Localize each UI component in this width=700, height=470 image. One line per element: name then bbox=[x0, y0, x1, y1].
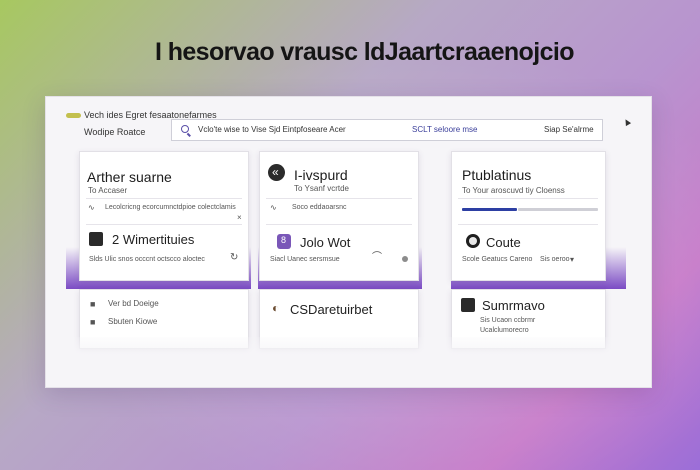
page-headline: I hesorvao vrausc ldJaartcraaenojcio bbox=[155, 38, 575, 66]
card-4-row-2: Sbuten Kiowe bbox=[108, 317, 158, 326]
card-3-subtitle: To Your aroscuvd tiy Cloenss bbox=[462, 186, 565, 195]
more-dot-icon[interactable] bbox=[402, 256, 408, 262]
search-meta: SCLT seloore mse bbox=[412, 125, 478, 134]
divider bbox=[266, 224, 412, 225]
card-4-row-1: Ver bd Doeige bbox=[108, 299, 159, 308]
card-5-title: CSDaretuirbet bbox=[290, 302, 373, 317]
card-1-sub-row: Slds Ulic snos occcnt octscco aloctec bbox=[89, 256, 205, 263]
logo-icon: ◐ bbox=[272, 301, 280, 315]
search-text: Vclo'te wise to Vise Sjd Eintpfoseare Ac… bbox=[198, 125, 346, 134]
search-icon bbox=[181, 125, 189, 133]
divider bbox=[458, 198, 598, 199]
chevron-down-icon[interactable]: ▾ bbox=[570, 256, 574, 264]
card-2-title: I-ivspurd bbox=[294, 167, 348, 183]
card-2-sub-row: Siacl Uanec sersmsue bbox=[270, 256, 340, 263]
card-3-sub-title: Coute bbox=[486, 235, 521, 250]
image-icon bbox=[89, 232, 103, 246]
wave-icon: ∿ bbox=[88, 203, 95, 212]
close-icon[interactable]: × bbox=[237, 214, 242, 222]
card-3[interactable]: Ptublatinus To Your aroscuvd tiy Cloenss… bbox=[451, 151, 606, 281]
divider bbox=[458, 224, 598, 225]
search-right-label: Siap Se'alrme bbox=[544, 125, 594, 134]
card-1[interactable]: Arther suarne To Accaser ∿ Lecolcricng e… bbox=[79, 151, 249, 281]
divider bbox=[86, 224, 242, 225]
card-1-sub-title: 2 Wimertituies bbox=[112, 232, 195, 247]
card-6-row-2: Ucalclumorecro bbox=[480, 327, 529, 334]
divider bbox=[86, 198, 242, 199]
top-bar: Vech ides Egret fesaatonefarmes Wodipe R… bbox=[46, 97, 651, 147]
card-2-subtitle: To Ysanf vcrtde bbox=[294, 184, 349, 193]
card-1-title: Arther suarne bbox=[87, 169, 172, 185]
bottom-fade bbox=[46, 337, 651, 387]
progress-bar bbox=[462, 208, 517, 211]
brand-subtitle: Wodipe Roatce bbox=[84, 127, 146, 137]
card-6-row-1: Sis Ucaon ccbrmr bbox=[480, 317, 536, 324]
refresh-icon[interactable]: ↻ bbox=[230, 253, 238, 263]
group-icon: ■ bbox=[90, 317, 96, 327]
card-3-sub-row: Scole Geatucs Careno bbox=[462, 256, 533, 263]
cursor-icon bbox=[622, 117, 632, 127]
search-input[interactable]: Vclo'te wise to Vise Sjd Eintpfoseare Ac… bbox=[171, 119, 603, 141]
card-3-title: Ptublatinus bbox=[462, 167, 532, 183]
chat-icon[interactable]: ⌒ bbox=[372, 253, 382, 263]
card-1-row: Lecolcricng ecorcumnctdpioe colectclamis bbox=[105, 204, 236, 211]
card-3-sub-row-right: Sis oeroo bbox=[540, 256, 570, 263]
card-2-row: Soco eddaoarsnc bbox=[292, 204, 347, 211]
chat-bubble-icon bbox=[461, 298, 475, 312]
card-2-sub-title: Jolo Wot bbox=[300, 235, 351, 250]
card-6-title: Sumrmavo bbox=[482, 298, 545, 313]
divider bbox=[266, 198, 412, 199]
card-1-subtitle: To Accaser bbox=[88, 186, 128, 195]
wave-icon: ∿ bbox=[270, 203, 277, 212]
brand-logo-icon bbox=[66, 113, 81, 118]
tag-icon bbox=[277, 234, 291, 249]
user-icon: ■ bbox=[90, 299, 96, 309]
record-icon bbox=[466, 234, 480, 248]
progress-track bbox=[518, 208, 598, 211]
app-window: Vech ides Egret fesaatonefarmes Wodipe R… bbox=[45, 96, 652, 388]
card-2[interactable]: I-ivspurd To Ysanf vcrtde ∿ Soco eddaoar… bbox=[259, 151, 419, 281]
back-icon[interactable] bbox=[268, 164, 285, 181]
